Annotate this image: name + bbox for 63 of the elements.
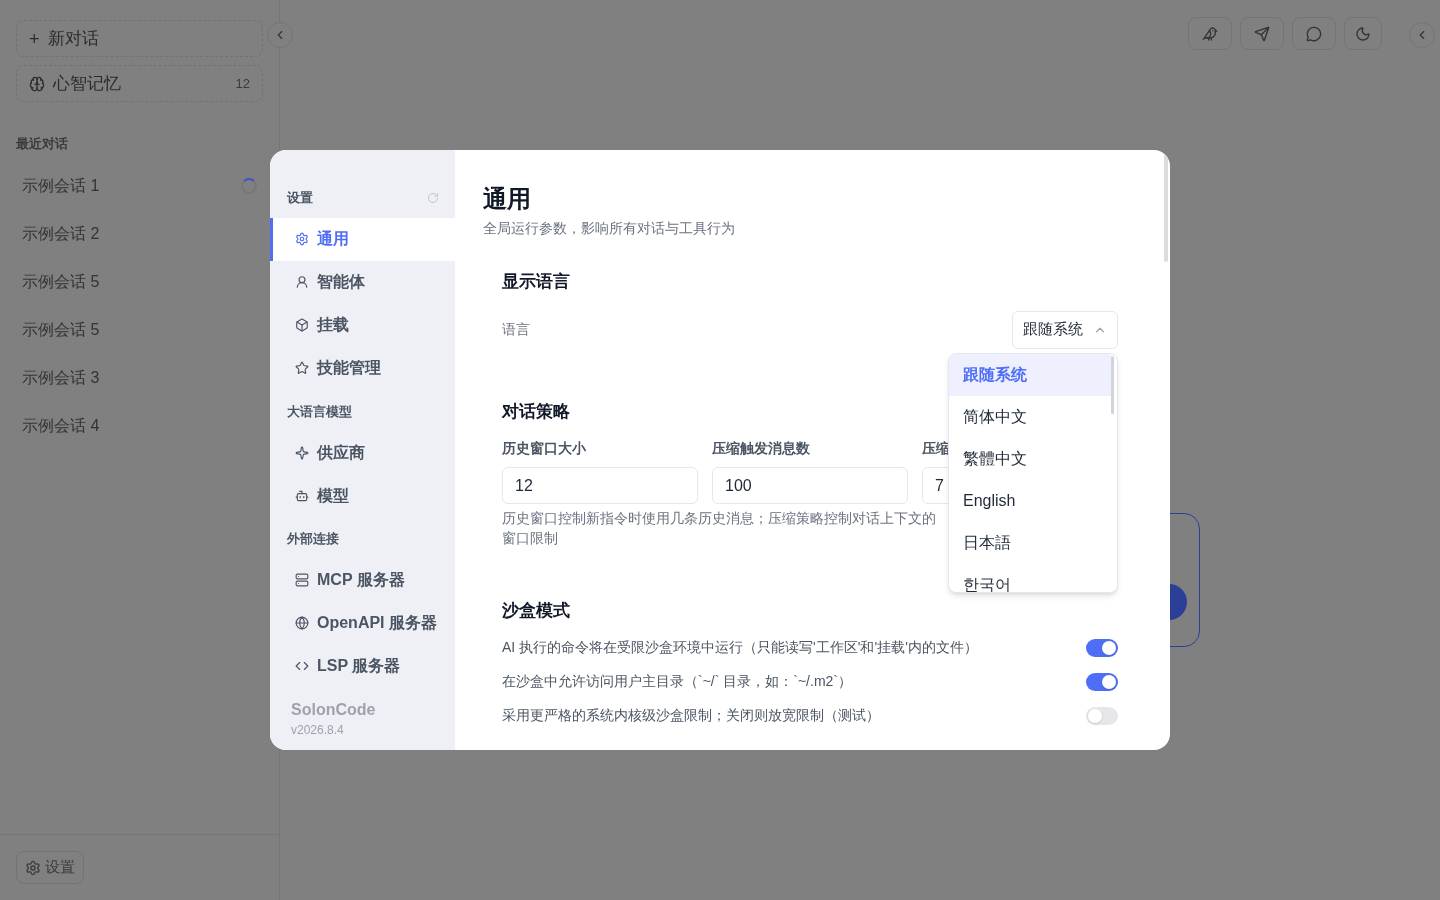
- chat-bubbles-icon: [1306, 25, 1322, 42]
- nav-item[interactable]: 挂载: [270, 303, 455, 347]
- language-option[interactable]: English: [949, 480, 1111, 522]
- toolbar-button[interactable]: [1292, 17, 1336, 50]
- nav-title: 设置: [287, 189, 313, 207]
- app-version: v2026.8.4: [290, 721, 345, 738]
- field-label: 压缩触发消息数: [712, 439, 810, 458]
- field-label: 历史窗口大小: [502, 439, 586, 458]
- new-chat-button[interactable]: + 新对话: [16, 20, 263, 57]
- language-select[interactable]: 跟随系统: [1012, 310, 1118, 349]
- code-icon: [295, 659, 309, 673]
- toggle-switch[interactable]: [1086, 672, 1118, 691]
- toggle-label: 在沙盒中允许访问用户主目录（`~/` 目录，如：`~/.m2`）: [502, 672, 852, 691]
- toolbar-button[interactable]: [1188, 17, 1232, 50]
- nav-group-title: 外部连接: [286, 530, 340, 548]
- settings-icon: [25, 859, 41, 876]
- section-heading: 显示语言: [502, 271, 571, 293]
- memory-count: 12: [235, 74, 250, 93]
- cube-icon: [295, 318, 309, 332]
- language-option[interactable]: 日本語: [949, 522, 1111, 564]
- nav-item[interactable]: LSP 服务器: [270, 644, 455, 688]
- gear-icon: [295, 232, 309, 246]
- language-option[interactable]: 简体中文: [949, 396, 1111, 438]
- nav-item[interactable]: 模型: [270, 474, 455, 517]
- memory-button[interactable]: 心智记忆 12: [16, 65, 263, 102]
- star-icon: [295, 361, 309, 375]
- collapse-sidebar-button[interactable]: [267, 22, 293, 48]
- help-text: 历史窗口控制新指令时使用几条历史消息；压缩策略控制对话上下文的 窗口限制: [502, 509, 936, 548]
- scrollbar-thumb[interactable]: [1111, 356, 1114, 414]
- toolbar-button[interactable]: [1240, 17, 1284, 50]
- nav-item[interactable]: 通用: [270, 217, 455, 261]
- app-name: SolonCode: [290, 699, 377, 720]
- section-heading: 沙盒模式: [502, 600, 570, 622]
- page-subtitle: 全局运行参数，影响所有对话与工具行为: [483, 219, 736, 238]
- plus-icon: +: [29, 29, 40, 48]
- toolbar-button[interactable]: [1344, 17, 1382, 50]
- nav-item[interactable]: 技能管理: [270, 346, 455, 390]
- field-label: 语言: [502, 320, 530, 339]
- language-option[interactable]: 한국어: [949, 564, 1111, 592]
- toggle-label: 采用更严格的系统内核级沙盒限制；关闭则放宽限制（测试）: [502, 706, 880, 725]
- nav-item[interactable]: MCP 服务器: [270, 558, 455, 602]
- toggle-switch[interactable]: [1086, 706, 1118, 725]
- language-option[interactable]: 跟随系统: [949, 354, 1111, 396]
- number-field[interactable]: 12: [502, 467, 698, 504]
- server-icon: [295, 573, 309, 587]
- robot-icon: [295, 488, 309, 503]
- language-option[interactable]: 繁體中文: [949, 438, 1111, 480]
- sparkle-icon: [295, 445, 309, 460]
- person-icon: [295, 275, 309, 289]
- moon-icon: [1355, 25, 1371, 42]
- nav-item[interactable]: 智能体: [270, 260, 455, 304]
- nav-group-title: 大语言模型: [286, 402, 353, 421]
- bird-icon: [1202, 25, 1218, 42]
- nav-item[interactable]: OpenAPI 服务器: [270, 601, 455, 645]
- paper-plane-icon: [1254, 25, 1270, 42]
- toggle-label: AI 执行的命令将在受限沙盒环境中运行（只能读写'工作区'和'挂载'内的文件）: [502, 638, 978, 657]
- number-field[interactable]: 100: [712, 467, 908, 504]
- globe-icon: [295, 616, 309, 630]
- section-title: 最近对话: [15, 135, 69, 153]
- toggle-switch[interactable]: [1086, 638, 1118, 657]
- section-heading: 对话策略: [502, 400, 570, 423]
- page-title: 通用: [483, 184, 532, 214]
- nav-item[interactable]: 供应商: [270, 431, 455, 474]
